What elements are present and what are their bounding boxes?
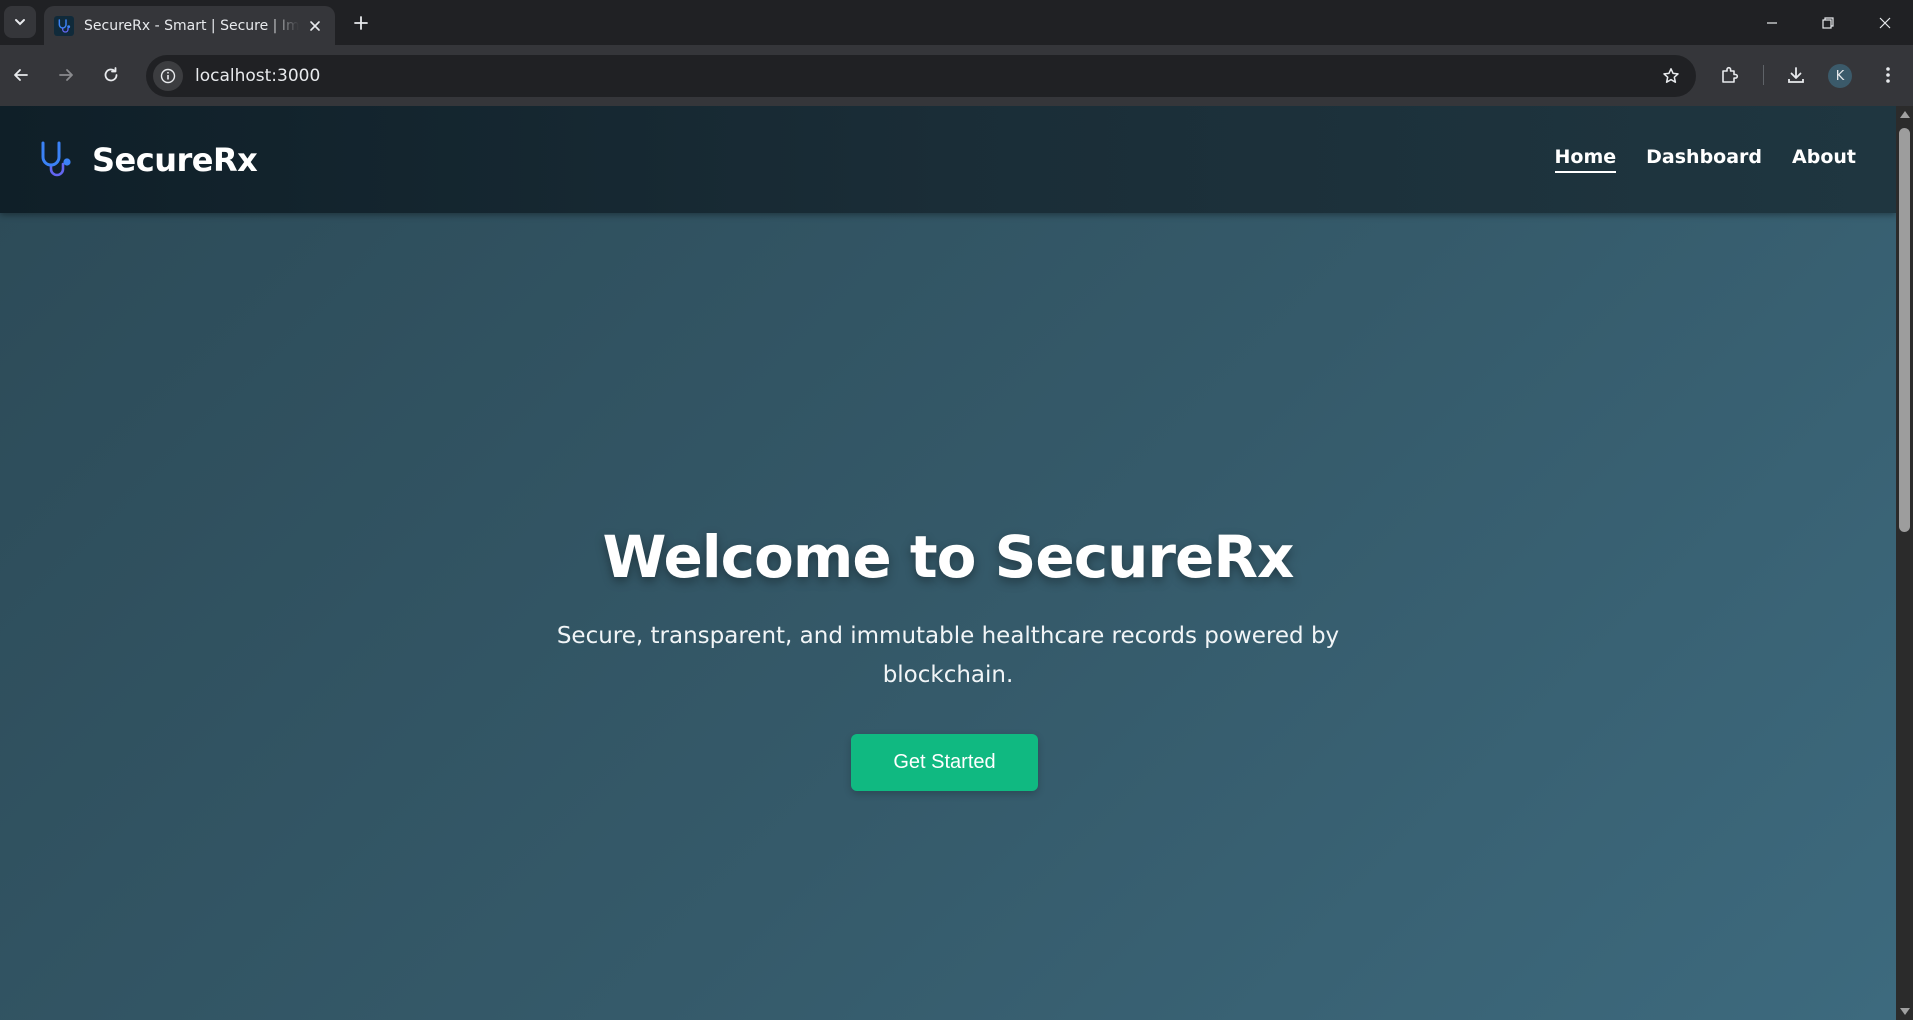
url-text[interactable]: localhost:3000	[195, 66, 320, 86]
nav-about[interactable]: About	[1792, 146, 1856, 173]
profile-avatar[interactable]: K	[1828, 64, 1852, 88]
hero-title: Welcome to SecureRx	[602, 523, 1295, 591]
scrollbar-thumb[interactable]	[1899, 128, 1910, 532]
browser-menu-button[interactable]	[1872, 59, 1904, 91]
site-header: SecureRx Home Dashboard About	[0, 106, 1896, 213]
close-window-button[interactable]	[1857, 0, 1913, 45]
scroll-down-arrow-icon[interactable]	[1900, 1008, 1910, 1015]
tab-search-button[interactable]	[4, 6, 36, 38]
scroll-up-arrow-icon[interactable]	[1900, 111, 1910, 118]
downloads-button[interactable]	[1780, 59, 1812, 91]
arrow-right-icon	[59, 69, 73, 81]
chevron-down-icon	[15, 19, 25, 26]
minimize-icon	[1767, 21, 1777, 24]
hero-subtitle: Secure, transparent, and immutable healt…	[556, 623, 1340, 688]
get-started-button[interactable]: Get Started	[851, 734, 1038, 791]
toolbar-divider	[1763, 65, 1764, 85]
new-tab-button[interactable]	[347, 9, 375, 37]
tab-strip: SecureRx - Smart | Secure | Immutable	[0, 0, 1913, 45]
brand-name: SecureRx	[92, 141, 258, 179]
page-scrollbar[interactable]	[1896, 106, 1913, 1020]
back-button[interactable]	[5, 59, 37, 91]
minimize-button[interactable]	[1744, 0, 1800, 45]
reload-button[interactable]	[95, 59, 127, 91]
plus-icon	[354, 16, 368, 30]
main-nav: Home Dashboard About	[1554, 146, 1856, 173]
hero-section: Welcome to SecureRx Secure, transparent,…	[0, 213, 1896, 1020]
stethoscope-icon	[41, 141, 71, 177]
page-viewport: SecureRx Home Dashboard About Welcome to…	[0, 106, 1896, 1020]
reload-icon	[104, 67, 118, 82]
close-tab-icon[interactable]	[305, 16, 325, 36]
forward-button[interactable]	[50, 59, 82, 91]
bookmark-star-icon[interactable]	[1658, 63, 1684, 89]
site-info-icon[interactable]	[153, 61, 183, 91]
arrow-left-icon	[14, 69, 28, 81]
kebab-menu-icon	[1886, 67, 1890, 83]
extensions-button[interactable]	[1714, 59, 1746, 91]
close-icon	[1879, 17, 1891, 28]
restore-button[interactable]	[1800, 0, 1856, 45]
browser-tab[interactable]: SecureRx - Smart | Secure | Immutable	[44, 6, 335, 45]
brand-logo[interactable]: SecureRx	[38, 140, 258, 180]
address-bar[interactable]: localhost:3000	[146, 55, 1696, 97]
puzzle-icon	[1722, 66, 1739, 83]
nav-home[interactable]: Home	[1554, 146, 1617, 173]
download-icon	[1788, 67, 1804, 83]
favicon-icon	[54, 15, 74, 36]
browser-toolbar: localhost:3000 K	[0, 45, 1913, 106]
tab-title: SecureRx - Smart | Secure | Immutable	[84, 17, 299, 34]
nav-dashboard[interactable]: Dashboard	[1646, 146, 1762, 173]
restore-icon	[1822, 16, 1834, 29]
